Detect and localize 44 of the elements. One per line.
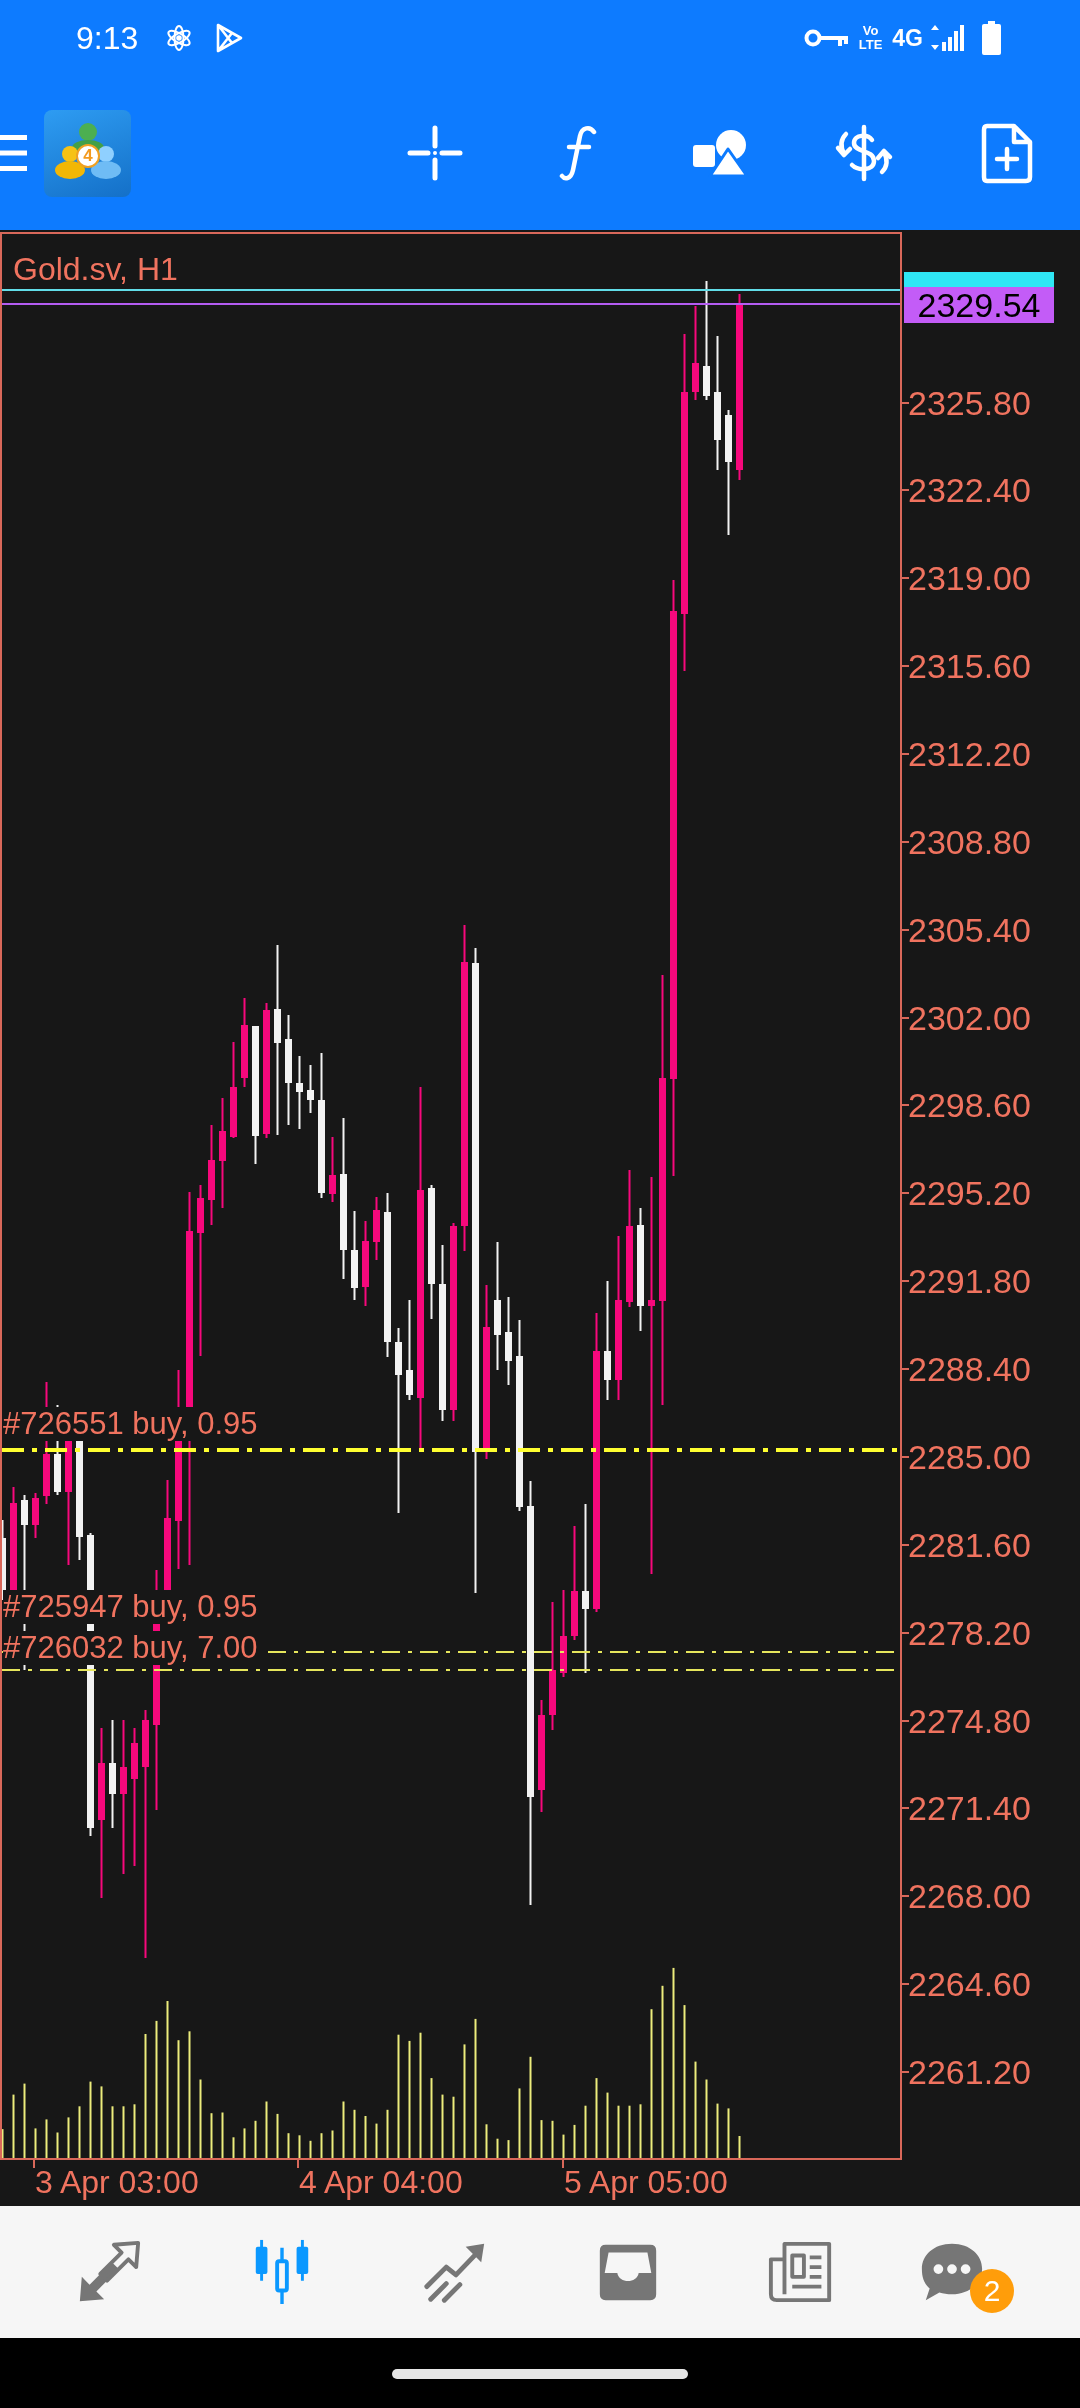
ask-price-marker-icon — [904, 272, 1054, 288]
time-label: 3 Apr 03:00 — [35, 2163, 199, 2201]
time-label: 4 Apr 04:00 — [299, 2163, 463, 2201]
price-label: 2278.20 — [908, 1612, 1031, 1653]
price-label: 2302.00 — [908, 997, 1031, 1038]
price-label: 2322.40 — [908, 470, 1031, 511]
volte-label: Vo — [862, 24, 879, 38]
price-label: 2295.20 — [908, 1173, 1031, 1214]
price-label: 2305.40 — [908, 909, 1031, 950]
app-logo[interactable]: 4 — [44, 109, 131, 197]
notification-badge: 2 — [970, 2269, 1014, 2313]
price-label: 2274.80 — [908, 1700, 1031, 1741]
price-label: 2298.60 — [908, 1085, 1031, 1126]
price-label: 2312.20 — [908, 733, 1031, 774]
price-label: 2315.60 — [908, 646, 1031, 687]
shapes-icon[interactable] — [692, 129, 749, 177]
price-label: 2264.60 — [908, 1964, 1031, 2005]
function-icon[interactable] — [557, 125, 598, 181]
price-label: 2325.80 — [908, 382, 1031, 423]
lte-label: LTE — [858, 38, 883, 52]
price-label: 2268.00 — [908, 1876, 1031, 1917]
add-document-icon[interactable] — [980, 122, 1033, 184]
clock-time: 9:13 — [76, 19, 139, 57]
price-label: 2261.20 — [908, 2052, 1031, 2092]
price-label: 2271.40 — [908, 1788, 1031, 1829]
play-triangle-icon — [215, 23, 244, 53]
price-label: 2288.40 — [908, 1349, 1031, 1390]
price-label: 2308.80 — [908, 821, 1031, 862]
crosshair-icon[interactable] — [406, 125, 463, 181]
battery-icon — [981, 21, 1002, 55]
price-label: 2285.00 — [908, 1436, 1031, 1477]
menu-icon[interactable] — [0, 133, 27, 173]
chart-title: Gold.sv, H1 — [13, 252, 178, 286]
key-icon — [803, 28, 849, 48]
time-label: 5 Apr 05:00 — [564, 2163, 728, 2201]
bid-price-tag: 2329.54 — [904, 287, 1054, 323]
price-label: 2319.00 — [908, 558, 1031, 599]
network-type: 4G — [892, 24, 923, 52]
order-label: #726032 buy, 7.00 — [3, 1631, 262, 1665]
price-label: 2281.60 — [908, 1524, 1031, 1565]
logo-number: 4 — [82, 144, 94, 167]
signal-icon — [931, 24, 964, 52]
atom-icon — [166, 24, 193, 52]
price-label: 2291.80 — [908, 1261, 1031, 1302]
